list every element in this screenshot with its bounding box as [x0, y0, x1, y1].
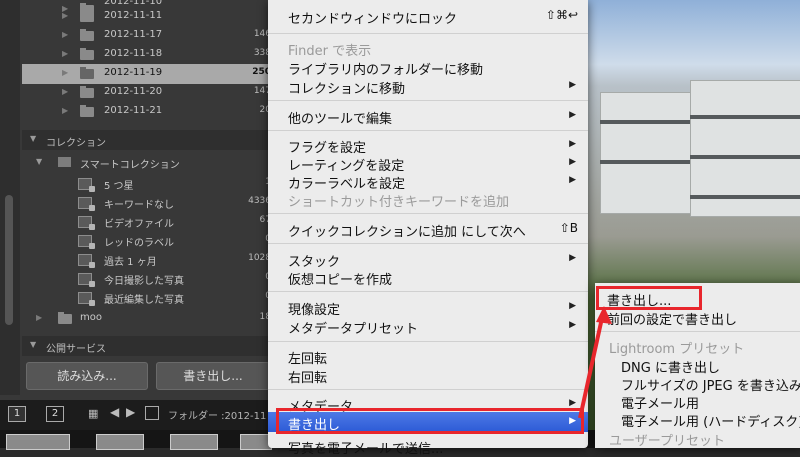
folder-row[interactable]: ▶ 2012-11-18 338: [22, 45, 275, 65]
smart-collection-icon: [78, 254, 95, 268]
smart-collection-item[interactable]: 5 つ星 1: [22, 174, 275, 193]
filmstrip-source-icon[interactable]: [145, 406, 159, 420]
menu-item-show-in-finder: Finder で表示: [288, 44, 372, 59]
secondary-window-button[interactable]: 2: [46, 406, 64, 422]
menu-item-lock-second-window[interactable]: セカンドウィンドウにロック ⇧⌘↩: [268, 6, 588, 27]
publish-services-header[interactable]: ▼ 公開サービス: [22, 336, 275, 356]
submenu-arrow-icon: ▶: [569, 80, 576, 90]
submenu-arrow-icon: ▶: [569, 253, 576, 263]
folder-icon: [80, 10, 94, 22]
collection-set-moo[interactable]: ▶ moo 18: [22, 309, 275, 329]
menu-item-rotate-right[interactable]: 右回転: [268, 365, 588, 386]
expand-triangle-icon[interactable]: ▶: [36, 313, 42, 322]
submenu-arrow-icon: ▶: [569, 157, 576, 167]
smart-collection-icon: [78, 273, 95, 287]
smart-collection-item[interactable]: ビデオファイル 67: [22, 212, 275, 231]
smart-collection-icon: [78, 178, 95, 192]
submenu-item-dng[interactable]: DNG に書き出し: [595, 356, 800, 376]
submenu-arrow-icon: ▶: [569, 139, 576, 149]
folder-row[interactable]: ▶ 2012-11-21 20: [22, 102, 275, 122]
expand-triangle-icon[interactable]: ▶: [62, 106, 68, 115]
building: [600, 92, 692, 214]
menu-item-set-flag[interactable]: フラグを設定 ▶: [268, 135, 588, 156]
source-folder-label[interactable]: フォルダー :2012-11: [168, 407, 266, 422]
primary-window-button[interactable]: 1: [8, 406, 26, 422]
forward-arrow-icon[interactable]: ▶: [126, 405, 135, 419]
submenu-item-email[interactable]: 電子メール用: [595, 392, 800, 412]
smart-collection-item[interactable]: 最近編集した写真 0: [22, 288, 275, 307]
folder-row[interactable]: ▶ 2012-11-17 146: [22, 26, 275, 46]
folder-icon: [80, 29, 94, 41]
folder-row-selected[interactable]: ▶ 2012-11-19 250: [22, 64, 275, 84]
menu-item-edit-in[interactable]: 他のツールで編集 ▶: [268, 106, 588, 127]
folder-icon: [80, 67, 94, 79]
shortcut-label: ⇧B: [559, 221, 578, 235]
folder-icon: [80, 86, 94, 98]
menu-item-create-virtual-copy[interactable]: 仮想コピーを作成: [268, 267, 588, 288]
submenu-header-user-presets: ユーザープリセット: [609, 434, 725, 449]
left-panel-scrollbar[interactable]: [0, 0, 20, 395]
expand-triangle-icon[interactable]: ▶: [62, 68, 68, 77]
menu-item-metadata-presets[interactable]: メタデータプリセット ▶: [268, 316, 588, 337]
expand-triangle-icon[interactable]: ▶: [62, 87, 68, 96]
smart-collection-item[interactable]: 今日撮影した写真 0: [22, 269, 275, 288]
shortcut-label: ⇧⌘↩: [545, 8, 578, 22]
import-button[interactable]: 読み込み...: [26, 362, 148, 390]
submenu-arrow-icon: ▶: [569, 110, 576, 120]
menu-item-add-to-quick-collection[interactable]: クイックコレクションに追加 にして次へ ⇧B: [268, 219, 588, 240]
submenu-item-email-hd[interactable]: 電子メール用 (ハードディスク): [595, 410, 800, 430]
smart-collection-icon: [78, 216, 95, 230]
submenu-item-full-jpeg[interactable]: フルサイズの JPEG を書き込み: [595, 374, 800, 394]
smart-collection-set[interactable]: ▼ スマートコレクション: [22, 153, 275, 172]
smart-collection-icon: [78, 292, 95, 306]
menu-item-go-to-collection[interactable]: コレクションに移動 ▶: [268, 76, 588, 97]
smart-collection-item[interactable]: キーワードなし 4336: [22, 193, 275, 212]
collection-set-icon: [58, 312, 72, 324]
export-button[interactable]: 書き出し...: [156, 362, 270, 390]
smart-collection-item[interactable]: 過去 1 ヶ月 1028: [22, 250, 275, 269]
expand-triangle-icon[interactable]: ▶: [62, 11, 68, 20]
menu-item-add-shortcut-keyword: ショートカット付きキーワードを追加: [288, 195, 510, 210]
collections-panel-header[interactable]: ▼ コレクション: [22, 130, 275, 150]
menu-item-set-color-label[interactable]: カラーラベルを設定 ▶: [268, 171, 588, 192]
annotation-box-export-menu: [276, 408, 584, 434]
folder-icon: [80, 48, 94, 60]
collapse-triangle-icon[interactable]: ▼: [30, 340, 36, 349]
collection-set-icon: [58, 157, 71, 167]
smart-collection-icon: [78, 235, 95, 249]
menu-item-email-photo[interactable]: 写真を電子メールで送信...: [268, 436, 588, 457]
submenu-arrow-icon: ▶: [569, 175, 576, 185]
collapse-triangle-icon[interactable]: ▼: [30, 134, 36, 143]
submenu-header-lightroom-presets: Lightroom プリセット: [609, 342, 745, 357]
smart-collection-icon: [78, 197, 95, 211]
folder-row[interactable]: ▶ 2012-11-20 147: [22, 83, 275, 103]
context-menu: セカンドウィンドウにロック ⇧⌘↩ Finder で表示 ライブラリ内のフォルダ…: [268, 0, 588, 457]
submenu-item-export-previous[interactable]: 前回の設定で書き出し: [595, 308, 800, 328]
menu-item-develop-settings[interactable]: 現像設定 ▶: [268, 297, 588, 318]
menu-item-set-rating[interactable]: レーティングを設定 ▶: [268, 153, 588, 174]
back-arrow-icon[interactable]: ◀: [110, 405, 119, 419]
menu-item-rotate-left[interactable]: 左回転: [268, 346, 588, 367]
expand-triangle-icon[interactable]: ▶: [62, 49, 68, 58]
folder-icon: [80, 105, 94, 117]
expand-triangle-icon[interactable]: ▶: [62, 30, 68, 39]
grid-icon[interactable]: ▦: [88, 407, 98, 420]
smart-collection-item[interactable]: レッドのラベル 0: [22, 231, 275, 250]
folder-row[interactable]: ▶ 2012-11-11: [22, 7, 275, 27]
menu-item-go-to-folder[interactable]: ライブラリ内のフォルダーに移動: [268, 57, 588, 78]
annotation-arrow: [578, 306, 612, 419]
collapse-triangle-icon[interactable]: ▼: [36, 157, 42, 166]
menu-item-stacking[interactable]: スタック ▶: [268, 249, 588, 270]
